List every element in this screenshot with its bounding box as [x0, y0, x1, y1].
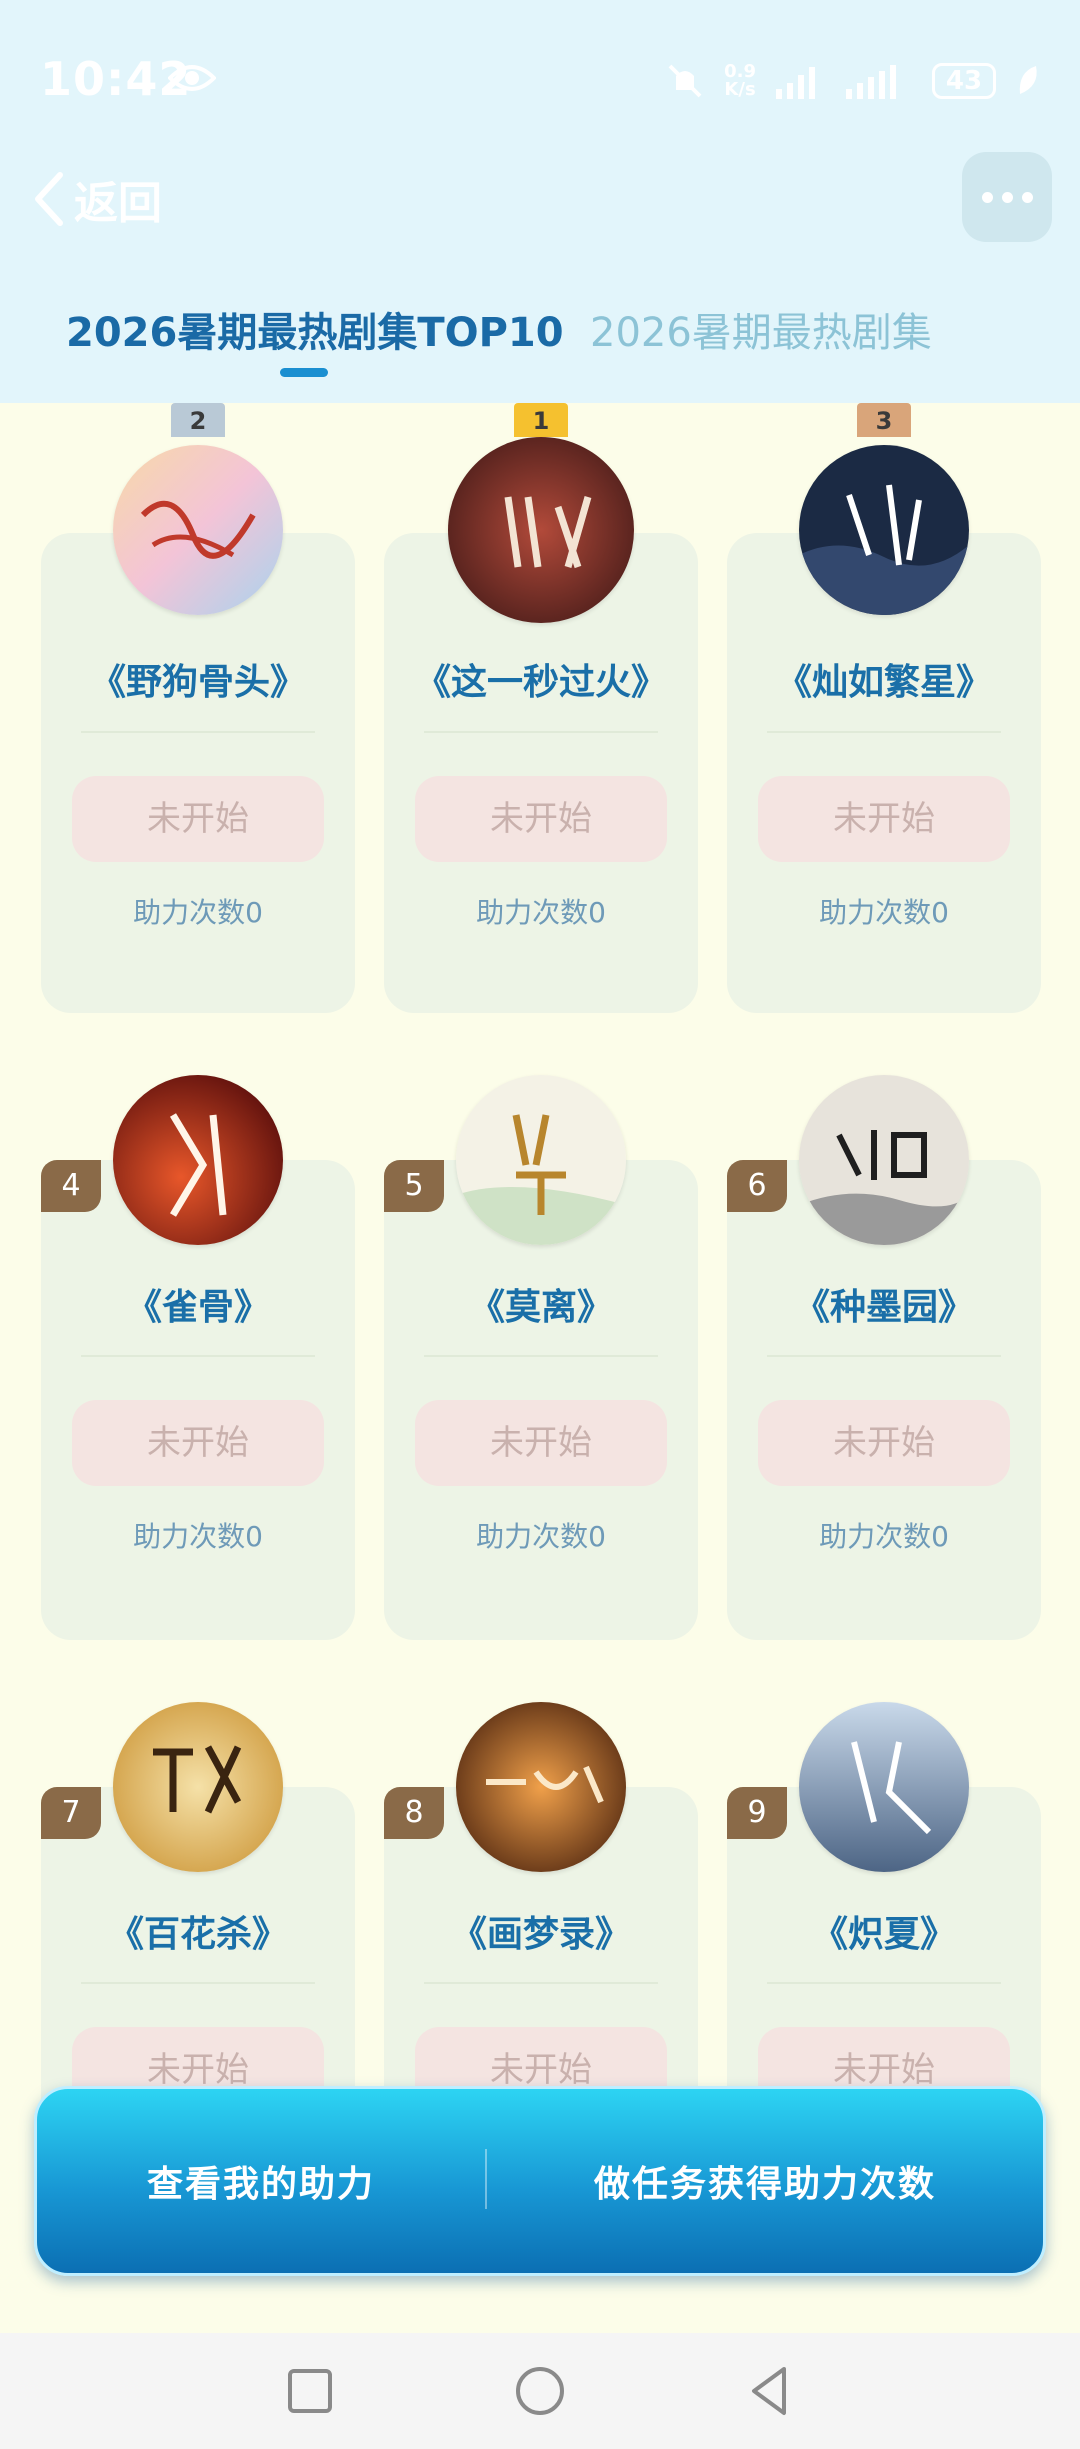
- status-button[interactable]: 未开始: [758, 776, 1010, 862]
- drama-poster: [113, 1075, 283, 1245]
- eye-icon: [168, 65, 216, 91]
- header: 10:42 0.9 K/s 43 返回 2026暑期最热剧集TOP10 2026…: [0, 0, 1080, 403]
- divider: [424, 731, 658, 733]
- rank-badge: 7: [41, 1787, 101, 1839]
- rank-flag-gold: 1: [514, 403, 568, 437]
- back-button[interactable]: 返回: [34, 166, 162, 232]
- tab-hot-dramas[interactable]: 2026暑期最热剧集: [590, 300, 932, 358]
- rank-badge: 8: [384, 1787, 444, 1839]
- tab-top10[interactable]: 2026暑期最热剧集TOP10: [66, 300, 564, 358]
- rank-flag-bronze: 3: [857, 403, 911, 437]
- chevron-left-icon: [35, 172, 63, 226]
- divider: [81, 1982, 315, 1984]
- support-count: 助力次数0: [133, 1520, 263, 1553]
- status-button[interactable]: 未开始: [415, 1400, 667, 1486]
- support-count: 助力次数0: [819, 896, 949, 929]
- rank-badge: 9: [727, 1787, 787, 1839]
- home-icon[interactable]: [510, 2361, 570, 2421]
- drama-title: 《种墨园》: [793, 1287, 974, 1328]
- support-count: 助力次数0: [819, 1520, 949, 1553]
- divider: [767, 731, 1001, 733]
- drama-title: 《画梦录》: [450, 1914, 631, 1955]
- more-dot-icon: [981, 191, 993, 203]
- more-dot-icon: [1001, 191, 1013, 203]
- drama-title: 《百花杀》: [107, 1914, 288, 1955]
- drama-poster: [113, 1702, 283, 1872]
- view-my-support-button[interactable]: 查看我的助力: [37, 2089, 485, 2273]
- status-button[interactable]: 未开始: [72, 776, 324, 862]
- divider: [767, 1982, 1001, 1984]
- status-button[interactable]: 未开始: [758, 1400, 1010, 1486]
- rank-badge: 4: [41, 1160, 101, 1212]
- battery-indicator: 43: [932, 63, 996, 99]
- rank-flag-silver: 2: [171, 403, 225, 437]
- net-speed: 0.9 K/s: [724, 61, 756, 100]
- more-dot-icon: [1021, 191, 1033, 203]
- drama-title: 《野狗骨头》: [89, 662, 306, 703]
- status-button[interactable]: 未开始: [415, 776, 667, 862]
- support-count: 助力次数0: [133, 896, 263, 929]
- back-label: 返回: [74, 178, 162, 229]
- system-nav-bar: [0, 2333, 1080, 2449]
- divider: [424, 1982, 658, 1984]
- divider: [424, 1355, 658, 1357]
- tab-underline: [280, 368, 328, 377]
- signal-icon-2: [846, 65, 896, 99]
- support-count: 助力次数0: [476, 1520, 606, 1553]
- drama-title: 《灿如繁星》: [775, 662, 992, 703]
- back-nav-icon[interactable]: [740, 2361, 800, 2421]
- drama-poster: [113, 445, 283, 615]
- rank-badge: 6: [727, 1160, 787, 1212]
- signal-icon: [776, 67, 815, 99]
- do-tasks-button[interactable]: 做任务获得助力次数: [487, 2089, 1043, 2273]
- divider: [767, 1355, 1001, 1357]
- tab-bar: 2026暑期最热剧集TOP10 2026暑期最热剧集: [0, 290, 1080, 400]
- drama-poster: [799, 1075, 969, 1245]
- drama-title: 《炽夏》: [811, 1914, 956, 1955]
- drama-poster: [456, 1075, 626, 1245]
- drama-title: 《莫离》: [468, 1287, 613, 1328]
- status-button[interactable]: 未开始: [72, 1400, 324, 1486]
- leaf-icon: [1019, 66, 1037, 94]
- mute-icon: [668, 64, 702, 98]
- drama-title: 《这一秒过火》: [414, 662, 667, 703]
- drama-poster: [448, 437, 634, 623]
- status-bar: 10:42 0.9 K/s 43: [0, 0, 1080, 160]
- divider: [81, 1355, 315, 1357]
- divider: [81, 731, 315, 733]
- more-options-button[interactable]: [962, 152, 1052, 242]
- status-icons: 0.9 K/s 43: [666, 56, 1040, 106]
- rank-badge: 5: [384, 1160, 444, 1212]
- drama-poster: [799, 445, 969, 615]
- support-count: 助力次数0: [476, 896, 606, 929]
- bottom-action-bar: 查看我的助力 做任务获得助力次数: [34, 2086, 1046, 2276]
- drama-poster: [799, 1702, 969, 1872]
- drama-title: 《雀骨》: [125, 1287, 270, 1328]
- drama-poster: [456, 1702, 626, 1872]
- recent-apps-icon[interactable]: [280, 2361, 340, 2421]
